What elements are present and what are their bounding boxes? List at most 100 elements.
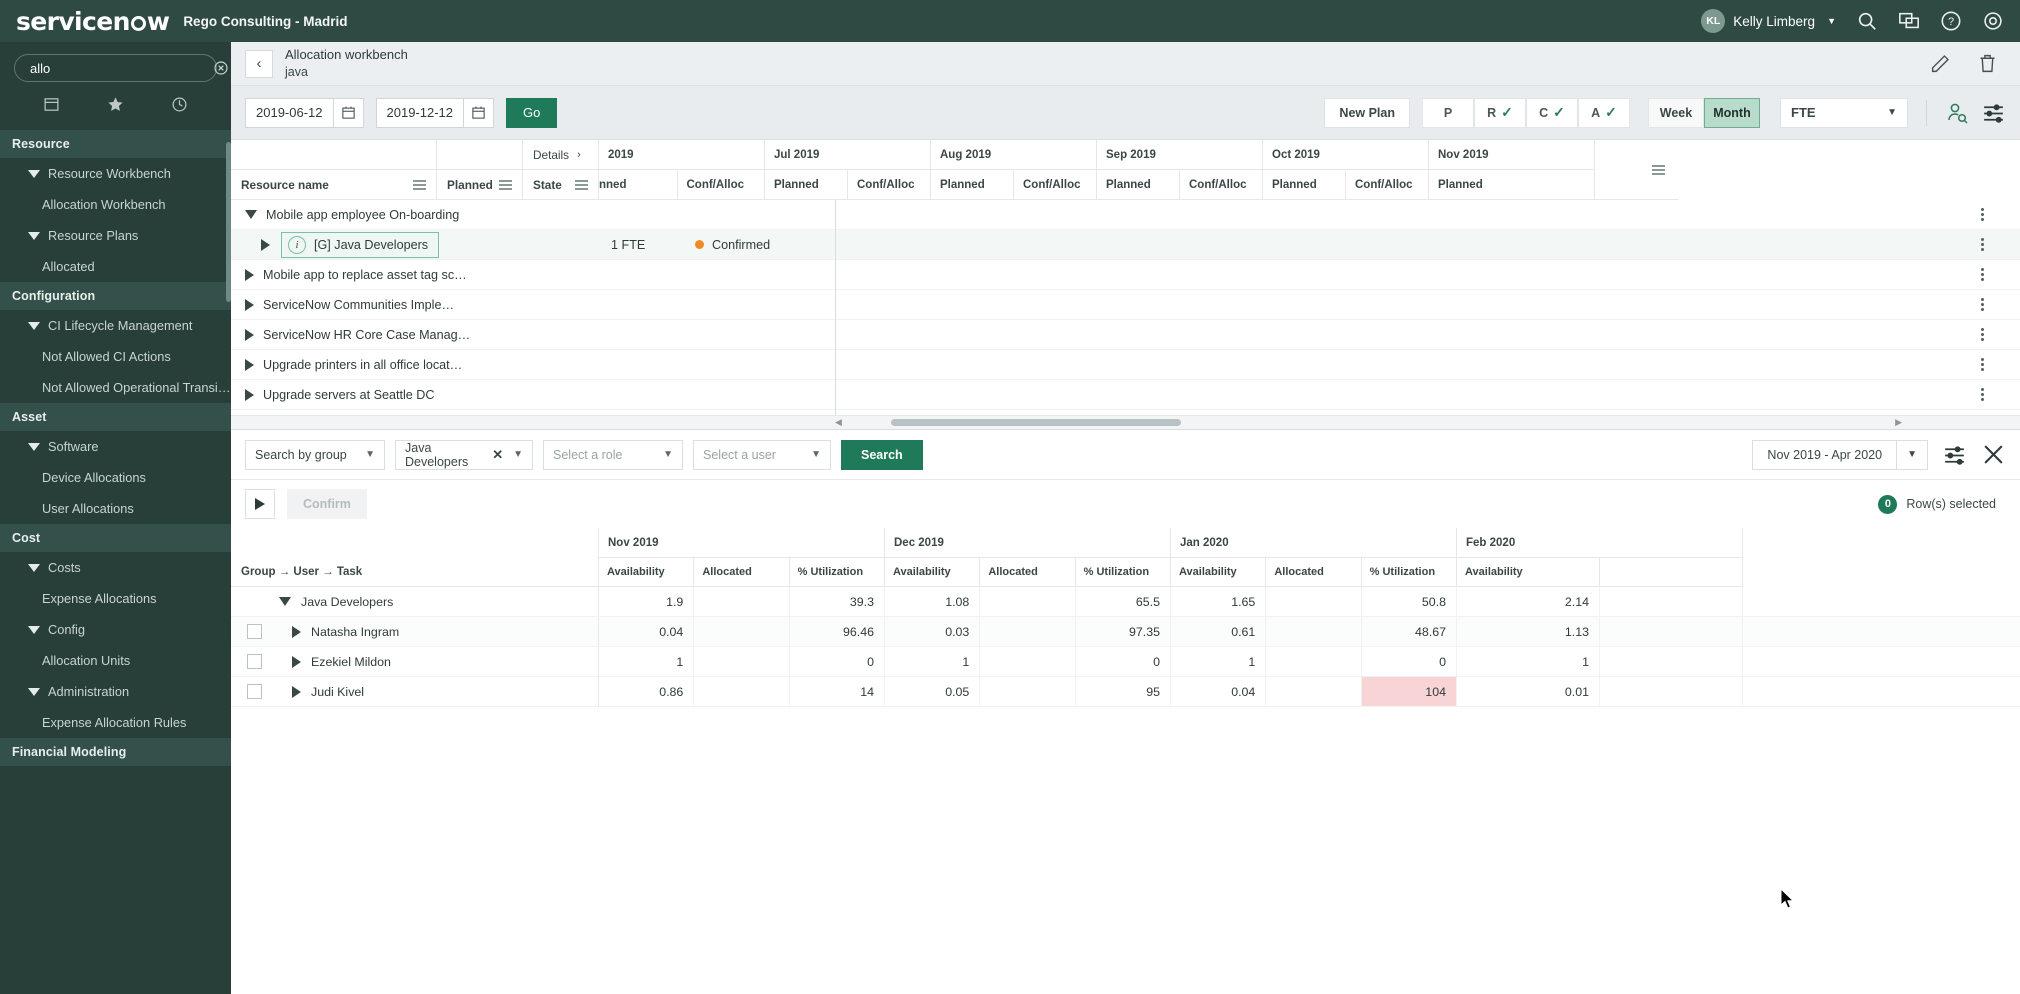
state-filter-p[interactable]: P	[1422, 97, 1474, 128]
table-row[interactable]: ServiceNow Communities Imple…	[231, 290, 2020, 320]
row-actions-icon[interactable]	[1981, 298, 1984, 311]
column-menu-icon[interactable]	[1651, 164, 1665, 175]
expand-collapse-icon[interactable]	[279, 597, 291, 606]
sidebar-item-software[interactable]: Software	[0, 431, 231, 462]
role-select[interactable]: Select a role ▼	[543, 439, 683, 470]
sidebar-item-allocated[interactable]: Allocated	[0, 251, 231, 282]
row-actions-icon[interactable]	[1981, 208, 1984, 221]
confirm-button[interactable]: Confirm	[287, 489, 367, 519]
go-button[interactable]: Go	[506, 97, 558, 128]
expand-collapse-icon[interactable]	[292, 625, 301, 638]
group-select[interactable]: Java Developers ✕ ▼	[395, 439, 533, 470]
gear-icon[interactable]	[1982, 10, 2004, 32]
expand-collapse-icon[interactable]	[245, 358, 254, 371]
table-row[interactable]: Upgrade printers in all office locat…	[231, 350, 2020, 380]
sidebar-item-expense-allocation-rules[interactable]: Expense Allocation Rules	[0, 707, 231, 738]
sidebar-item-expense-allocations[interactable]: Expense Allocations	[0, 583, 231, 614]
sidebar-item-allocation-units[interactable]: Allocation Units	[0, 645, 231, 676]
table-row[interactable]: Ezekiel Mildon 1 0 1 0 1 0 1	[231, 647, 2020, 677]
table-row[interactable]: ServiceNow HR Core Case Manag…	[231, 320, 2020, 350]
sidebar-item-not-allowed-operational-transitions[interactable]: Not Allowed Operational Transi…	[0, 372, 231, 403]
row-checkbox[interactable]	[247, 684, 262, 699]
table-row[interactable]: Natasha Ingram 0.04 96.46 0.03 97.35 0.6…	[231, 617, 2020, 647]
column-menu-icon[interactable]	[413, 179, 426, 190]
sidebar-filter-box[interactable]	[14, 54, 228, 82]
help-icon[interactable]: ?	[1940, 10, 1962, 32]
new-plan-button[interactable]: New Plan	[1324, 97, 1410, 128]
expand-collapse-icon[interactable]	[261, 238, 270, 251]
close-icon[interactable]	[1981, 442, 2006, 467]
favorites-icon[interactable]	[107, 96, 124, 118]
user-menu[interactable]: KL Kelly Limberg ▼	[1701, 9, 1836, 33]
scroll-left-icon[interactable]: ◀	[835, 417, 842, 428]
user-select[interactable]: Select a user ▼	[693, 439, 831, 470]
sidebar-item-allocation-workbench[interactable]: Allocation Workbench	[0, 189, 231, 220]
sidebar-item-ci-lifecycle-management[interactable]: CI Lifecycle Management	[0, 310, 231, 341]
table-row[interactable]: Mobile app employee On-boarding	[231, 200, 2020, 230]
sliders-icon[interactable]	[1942, 442, 1967, 467]
row-actions-icon[interactable]	[1981, 238, 1984, 251]
sidebar-item-config[interactable]: Config	[0, 614, 231, 645]
expand-collapse-icon[interactable]	[245, 268, 254, 281]
table-row[interactable]: Java Developers 1.9 39.3 1.08 65.5 1.65 …	[231, 587, 2020, 617]
unit-select[interactable]: FTE ▼	[1780, 97, 1908, 128]
column-header-details[interactable]: Details ›	[523, 140, 599, 170]
play-button[interactable]	[245, 489, 275, 519]
column-menu-icon[interactable]	[575, 179, 588, 190]
expand-collapse-icon[interactable]	[245, 388, 254, 401]
expand-collapse-icon[interactable]	[292, 655, 301, 668]
trash-icon[interactable]	[1977, 53, 1998, 74]
table-row[interactable]: Upgrade servers at Seattle DC	[231, 380, 2020, 410]
history-icon[interactable]	[171, 96, 188, 118]
expand-collapse-icon[interactable]	[245, 210, 257, 219]
state-filter-r[interactable]: R ✓	[1474, 97, 1526, 128]
row-actions-icon[interactable]	[1981, 358, 1984, 371]
start-date-input[interactable]: 2019-06-12	[245, 97, 334, 128]
end-date-calendar-icon[interactable]	[464, 97, 494, 128]
sidebar-filter-input[interactable]	[30, 60, 206, 76]
sidebar-item-resource-workbench[interactable]: Resource Workbench	[0, 158, 231, 189]
scroll-right-icon[interactable]: ▶	[1895, 417, 1902, 428]
search-button[interactable]: Search	[841, 439, 923, 470]
start-date-calendar-icon[interactable]	[333, 97, 364, 128]
servicenow-logo[interactable]: servicen w	[16, 7, 170, 36]
period-week-button[interactable]: Week	[1648, 97, 1704, 128]
search-icon[interactable]	[1856, 10, 1878, 32]
end-date-input[interactable]: 2019-12-12	[375, 97, 464, 128]
state-filter-a[interactable]: A ✓	[1578, 97, 1630, 128]
column-header-group-user-task[interactable]: Group → User → Task	[231, 558, 598, 587]
table-row[interactable]: i [G] Java Developers 1 FTE Confirmed	[231, 230, 2020, 260]
person-search-icon[interactable]	[1945, 101, 1969, 125]
row-checkbox[interactable]	[247, 654, 262, 669]
expand-collapse-icon[interactable]	[245, 328, 254, 341]
all-applications-icon[interactable]	[43, 96, 60, 118]
sidebar-item-resource-plans[interactable]: Resource Plans	[0, 220, 231, 251]
row-checkbox[interactable]	[247, 624, 262, 639]
clear-filter-icon[interactable]	[213, 60, 229, 76]
expand-collapse-icon[interactable]	[245, 298, 254, 311]
selected-resource-chip[interactable]: i [G] Java Developers	[281, 231, 440, 258]
row-actions-icon[interactable]	[1981, 388, 1984, 401]
grid-horizontal-scrollbar[interactable]: ◀ ▶	[231, 415, 2020, 429]
state-filter-c[interactable]: C ✓	[1526, 97, 1578, 128]
table-row[interactable]: Judi Kivel 0.86 14 0.05 95 0.04 104 0.01	[231, 677, 2020, 707]
date-range-select[interactable]: Nov 2019 - Apr 2020 ▼	[1752, 439, 1928, 470]
column-header-resource-name[interactable]: Resource name	[231, 170, 437, 200]
sidebar-item-device-allocations[interactable]: Device Allocations	[0, 462, 231, 493]
column-header-planned[interactable]: Planned	[437, 170, 523, 200]
sidebar-item-costs[interactable]: Costs	[0, 552, 231, 583]
clear-group-icon[interactable]: ✕	[492, 447, 503, 463]
sliders-icon[interactable]	[1981, 100, 2006, 125]
info-icon[interactable]: i	[288, 235, 306, 254]
pencil-icon[interactable]	[1930, 53, 1951, 74]
search-by-group-select[interactable]: Search by group ▼	[245, 439, 385, 470]
sidebar-item-user-allocations[interactable]: User Allocations	[0, 493, 231, 524]
chevron-down-icon[interactable]: ▼	[1896, 440, 1927, 469]
table-row[interactable]: Mobile app to replace asset tag sc…	[231, 260, 2020, 290]
back-button[interactable]: ‹	[245, 49, 273, 78]
period-month-button[interactable]: Month	[1704, 97, 1760, 128]
sidebar-item-not-allowed-ci-actions[interactable]: Not Allowed CI Actions	[0, 341, 231, 372]
column-menu-icon[interactable]	[499, 179, 512, 190]
grid-column-menu[interactable]	[1637, 140, 1679, 199]
sidebar-item-administration[interactable]: Administration	[0, 676, 231, 707]
